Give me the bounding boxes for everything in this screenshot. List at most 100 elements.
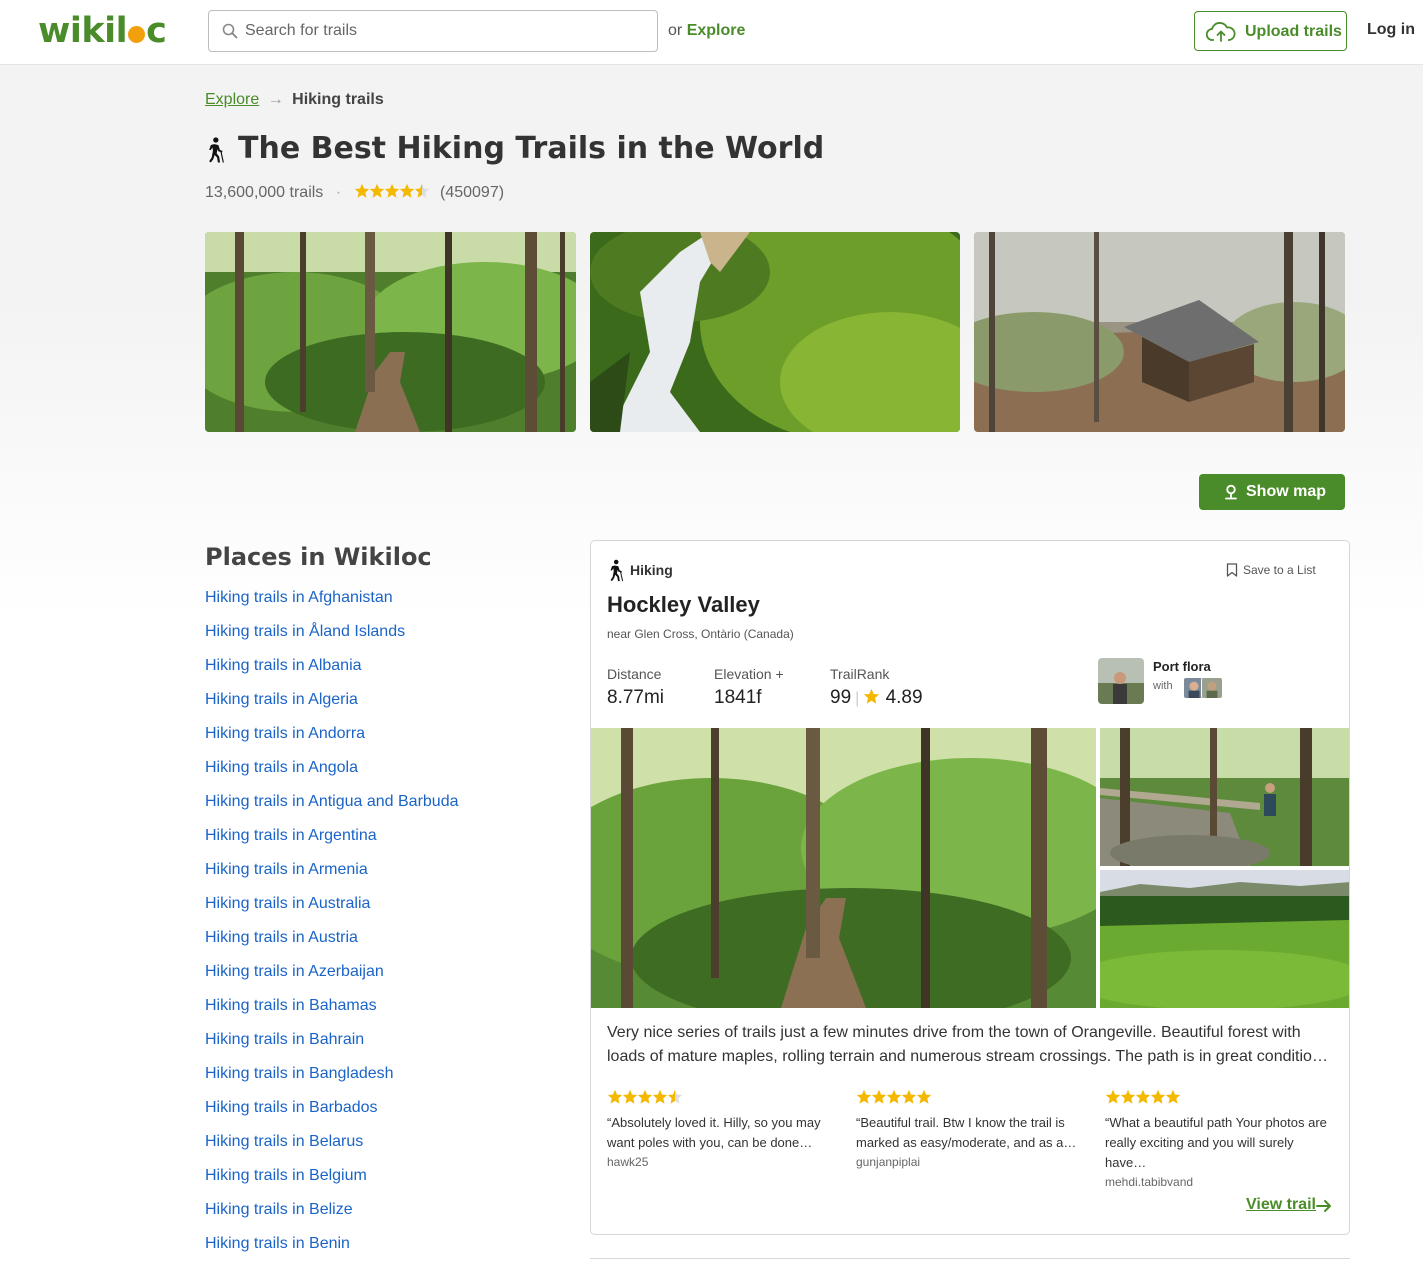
place-link[interactable]: Hiking trails in Australia bbox=[205, 895, 370, 912]
place-item: Hiking trails in Belize bbox=[205, 1201, 459, 1235]
or-explore: or Explore bbox=[668, 22, 745, 40]
logo-leaf-icon bbox=[128, 26, 146, 43]
place-link[interactable]: Hiking trails in Antigua and Barbuda bbox=[205, 793, 459, 810]
or-text: or bbox=[668, 22, 683, 39]
trail-name[interactable]: Hockley Valley bbox=[607, 592, 760, 618]
place-item: Hiking trails in Afghanistan bbox=[205, 589, 459, 623]
trail-main-photo[interactable] bbox=[591, 728, 1096, 1008]
login-link[interactable]: Log in bbox=[1367, 21, 1415, 39]
review-stars bbox=[1105, 1089, 1333, 1107]
review-user[interactable]: mehdi.tabibvand bbox=[1105, 1175, 1333, 1189]
author-avatar[interactable] bbox=[1098, 658, 1144, 704]
place-link[interactable]: Hiking trails in Bangladesh bbox=[205, 1065, 394, 1082]
breadcrumb-arrow-icon: → bbox=[267, 91, 284, 108]
author-name[interactable]: Port flora bbox=[1153, 659, 1211, 674]
page-stats: 13,600,000 trails · (450097) bbox=[205, 183, 504, 204]
place-link[interactable]: Hiking trails in Barbados bbox=[205, 1099, 378, 1116]
trailrank-value: 99 bbox=[830, 687, 852, 708]
place-link[interactable]: Hiking trails in Argentina bbox=[205, 827, 377, 844]
trail-count: 13,600,000 trails bbox=[205, 184, 324, 201]
review-stars bbox=[856, 1089, 1084, 1107]
upload-trails-label: Upload trails bbox=[1245, 23, 1342, 40]
place-link[interactable]: Hiking trails in Andorra bbox=[205, 725, 365, 742]
review-text: “Absolutely loved it. Hilly, so you may … bbox=[607, 1115, 821, 1150]
meadow-image bbox=[1100, 870, 1349, 1008]
author-photo bbox=[1098, 658, 1144, 704]
place-item: Hiking trails in Azerbaijan bbox=[205, 963, 459, 997]
review-stars bbox=[607, 1089, 835, 1107]
separator-dot: · bbox=[335, 184, 342, 201]
page-title-text: The Best Hiking Trails in the World bbox=[238, 131, 825, 166]
review-user[interactable]: hawk25 bbox=[607, 1155, 835, 1169]
show-map-button[interactable]: Show map bbox=[1199, 474, 1345, 510]
breadcrumb-current: Hiking trails bbox=[292, 91, 384, 108]
place-link[interactable]: Hiking trails in Armenia bbox=[205, 861, 368, 878]
place-item: Hiking trails in Angola bbox=[205, 759, 459, 793]
places-title: Places in Wikiloc bbox=[205, 543, 432, 571]
place-item: Hiking trails in Belarus bbox=[205, 1133, 459, 1167]
hero-photo-forest-path[interactable] bbox=[205, 232, 576, 432]
place-link[interactable]: Hiking trails in Albania bbox=[205, 657, 362, 674]
place-link[interactable]: Hiking trails in Azerbaijan bbox=[205, 963, 384, 980]
trail-side-photo[interactable] bbox=[1100, 870, 1349, 1008]
forest-trail-image bbox=[591, 728, 1096, 1008]
stars-icon bbox=[1105, 1089, 1181, 1104]
save-to-list-button[interactable]: Save to a List bbox=[1226, 563, 1316, 577]
place-link[interactable]: Hiking trails in Austria bbox=[205, 929, 358, 946]
bookmark-icon bbox=[1226, 563, 1238, 577]
breadcrumb-explore-link[interactable]: Explore bbox=[205, 91, 259, 108]
place-link[interactable]: Hiking trails in Benin bbox=[205, 1235, 350, 1252]
trail-side-photo[interactable] bbox=[1100, 728, 1349, 866]
place-link[interactable]: Hiking trails in Åland Islands bbox=[205, 623, 405, 640]
search-box[interactable] bbox=[208, 10, 658, 52]
stars-icon bbox=[354, 183, 429, 198]
place-item: Hiking trails in Belgium bbox=[205, 1167, 459, 1201]
place-link[interactable]: Hiking trails in Belize bbox=[205, 1201, 353, 1218]
search-icon bbox=[222, 23, 238, 39]
waterfall-image bbox=[590, 232, 960, 432]
place-item: Hiking trails in Armenia bbox=[205, 861, 459, 895]
next-trail-card-edge bbox=[590, 1258, 1350, 1264]
stars-icon bbox=[856, 1089, 932, 1104]
hero-photo-waterfall[interactable] bbox=[590, 232, 960, 432]
place-link[interactable]: Hiking trails in Belgium bbox=[205, 1167, 367, 1184]
companion-avatar[interactable] bbox=[1201, 677, 1223, 699]
place-item: Hiking trails in Austria bbox=[205, 929, 459, 963]
hiker-icon bbox=[607, 558, 624, 583]
review-item: “Absolutely loved it. Hilly, so you may … bbox=[607, 1089, 835, 1169]
hero-photo-cabin[interactable] bbox=[974, 232, 1345, 432]
place-item: Hiking trails in Algeria bbox=[205, 691, 459, 725]
place-link[interactable]: Hiking trails in Bahrain bbox=[205, 1031, 364, 1048]
rating-value: 4.89 bbox=[885, 687, 923, 708]
review-item: “Beautiful trail. Btw I know the trail i… bbox=[856, 1089, 1084, 1169]
stars-icon bbox=[607, 1089, 683, 1104]
place-link[interactable]: Hiking trails in Belarus bbox=[205, 1133, 363, 1150]
distance-value: 8.77mi bbox=[607, 687, 665, 708]
upload-trails-button[interactable]: Upload trails bbox=[1194, 11, 1347, 51]
search-input[interactable] bbox=[245, 20, 645, 42]
explore-link[interactable]: Explore bbox=[687, 22, 746, 39]
place-link[interactable]: Hiking trails in Afghanistan bbox=[205, 589, 393, 606]
separator: | bbox=[855, 690, 860, 707]
view-trail-link[interactable]: View trail bbox=[1246, 1196, 1331, 1214]
place-link[interactable]: Hiking trails in Bahamas bbox=[205, 997, 377, 1014]
place-item: Hiking trails in Bahamas bbox=[205, 997, 459, 1031]
cabin-image bbox=[974, 232, 1345, 432]
star-icon bbox=[863, 688, 880, 705]
rating-stars bbox=[354, 183, 430, 204]
trail-description: Very nice series of trails just a few mi… bbox=[607, 1024, 1328, 1065]
place-item: Hiking trails in Australia bbox=[205, 895, 459, 929]
trailrank-stats: 99 | 4.89 bbox=[830, 687, 923, 709]
review-text: “Beautiful trail. Btw I know the trail i… bbox=[856, 1115, 1077, 1150]
save-to-list-label: Save to a List bbox=[1243, 563, 1316, 577]
trail-card[interactable]: Hiking Save to a List Hockley Valley nea… bbox=[590, 540, 1350, 1235]
with-label: with bbox=[1153, 680, 1173, 692]
place-link[interactable]: Hiking trails in Algeria bbox=[205, 691, 358, 708]
place-link[interactable]: Hiking trails in Angola bbox=[205, 759, 358, 776]
arrow-right-icon bbox=[1316, 1200, 1331, 1212]
review-user[interactable]: gunjanpiplai bbox=[856, 1155, 1084, 1169]
wikiloc-logo[interactable]: wikil c bbox=[38, 11, 167, 51]
elevation-value: 1841f bbox=[714, 687, 762, 708]
places-list: Hiking trails in Afghanistan Hiking trai… bbox=[205, 589, 459, 1264]
place-item: Hiking trails in Albania bbox=[205, 657, 459, 691]
